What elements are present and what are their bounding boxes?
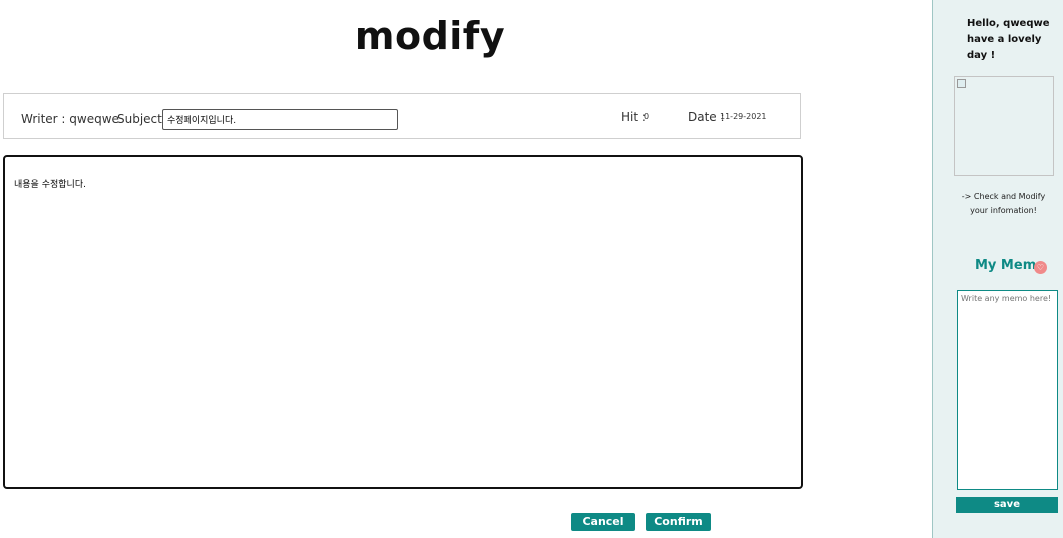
profile-image[interactable] xyxy=(954,76,1054,176)
memo-textarea[interactable] xyxy=(957,290,1058,490)
hit-label: Hit : xyxy=(621,110,646,124)
greeting: Hello, qweqwe have a lovely day ! xyxy=(933,16,1063,64)
greeting-line-2: have a lovely day ! xyxy=(967,34,1042,61)
hit-count: 0 xyxy=(644,112,650,121)
subject-input[interactable] xyxy=(162,109,398,130)
greeting-line-1: Hello, qweqwe xyxy=(967,18,1050,29)
check-line-2: your infomation! xyxy=(970,206,1037,215)
sidebar: Hello, qweqwe have a lovely day ! -> Che… xyxy=(932,0,1063,538)
content-textarea[interactable]: 내용을 수정합니다. xyxy=(3,155,803,489)
broken-image-icon xyxy=(957,79,966,88)
post-meta-bar: Writer : qweqwe Subject : Hit : 0 Date :… xyxy=(3,93,801,139)
confirm-button[interactable]: Confirm xyxy=(646,513,711,531)
writer-label: Writer : qweqwe xyxy=(21,112,119,126)
page-title: modify xyxy=(354,14,506,58)
heart-icon: ♡ xyxy=(1034,261,1047,274)
check-line-1: -> Check and Modify xyxy=(961,192,1046,201)
date-value: 11-29-2021 xyxy=(720,112,767,121)
check-info-link[interactable]: -> Check and Modify your infomation! xyxy=(933,190,1063,218)
save-button[interactable]: save xyxy=(956,497,1058,513)
cancel-button[interactable]: Cancel xyxy=(571,513,635,531)
